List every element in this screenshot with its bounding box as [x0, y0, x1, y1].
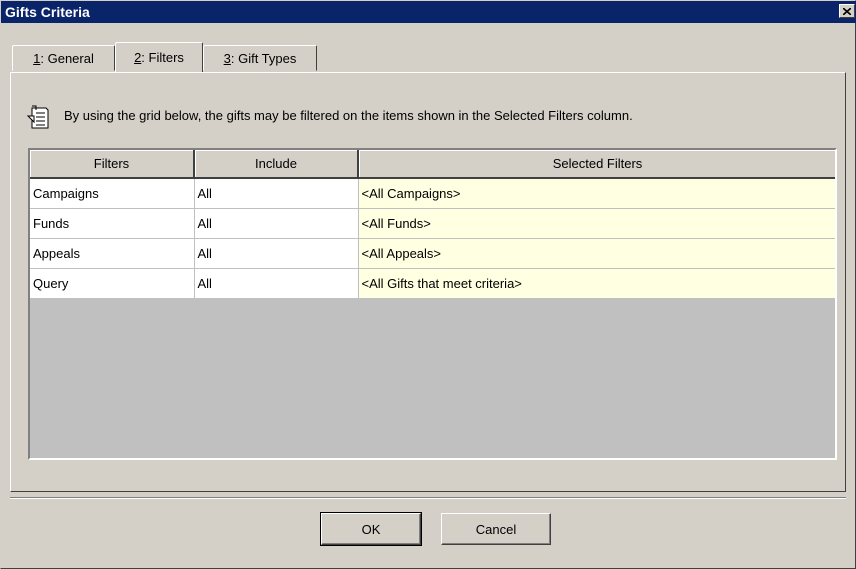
cancel-button[interactable]: Cancel: [441, 513, 551, 545]
tab-general[interactable]: 1: General: [12, 45, 115, 71]
footer-divider: [10, 497, 846, 499]
table-row[interactable]: Query All <All Gifts that meet criteria>: [30, 268, 835, 299]
selected-filter-cell[interactable]: <All Funds>: [358, 208, 835, 239]
tab-gift-types-hotkey: 3: [223, 51, 231, 66]
column-header-include[interactable]: Include: [194, 150, 359, 179]
selected-filter-cell[interactable]: <All Appeals>: [358, 238, 835, 269]
tab-gift-types-label: : Gift Types: [230, 51, 297, 66]
filter-name-cell[interactable]: Appeals: [30, 238, 195, 269]
include-cell[interactable]: All: [194, 268, 359, 299]
tab-general-label: : General: [40, 51, 94, 66]
close-icon: [843, 7, 851, 15]
column-header-selected-filters[interactable]: Selected Filters: [358, 150, 835, 179]
selected-filter-cell[interactable]: <All Campaigns>: [358, 178, 835, 209]
tab-filters-label: : Filters: [141, 50, 184, 65]
note-pad-icon: [26, 104, 52, 133]
include-cell[interactable]: All: [194, 238, 359, 269]
filter-name-cell[interactable]: Funds: [30, 208, 195, 239]
column-header-filters[interactable]: Filters: [30, 150, 195, 179]
selected-filter-cell[interactable]: <All Gifts that meet criteria>: [358, 268, 835, 299]
tab-filters[interactable]: 2: Filters: [115, 42, 203, 72]
filters-grid[interactable]: Filters Include Selected Filters Campaig…: [28, 148, 837, 460]
close-button[interactable]: [839, 4, 855, 18]
table-row[interactable]: Campaigns All <All Campaigns>: [30, 178, 835, 209]
include-cell[interactable]: All: [194, 208, 359, 239]
filter-name-cell[interactable]: Campaigns: [30, 178, 195, 209]
title-bar[interactable]: Gifts Criteria: [1, 1, 856, 23]
tab-gift-types[interactable]: 3: Gift Types: [203, 45, 317, 71]
info-text: By using the grid below, the gifts may b…: [64, 108, 633, 123]
ok-button[interactable]: OK: [320, 512, 422, 546]
filter-name-cell[interactable]: Query: [30, 268, 195, 299]
table-row[interactable]: Funds All <All Funds>: [30, 208, 835, 239]
table-row[interactable]: Appeals All <All Appeals>: [30, 238, 835, 269]
window-title: Gifts Criteria: [5, 4, 90, 20]
include-cell[interactable]: All: [194, 178, 359, 209]
grid-header-row: Filters Include Selected Filters: [30, 150, 835, 179]
